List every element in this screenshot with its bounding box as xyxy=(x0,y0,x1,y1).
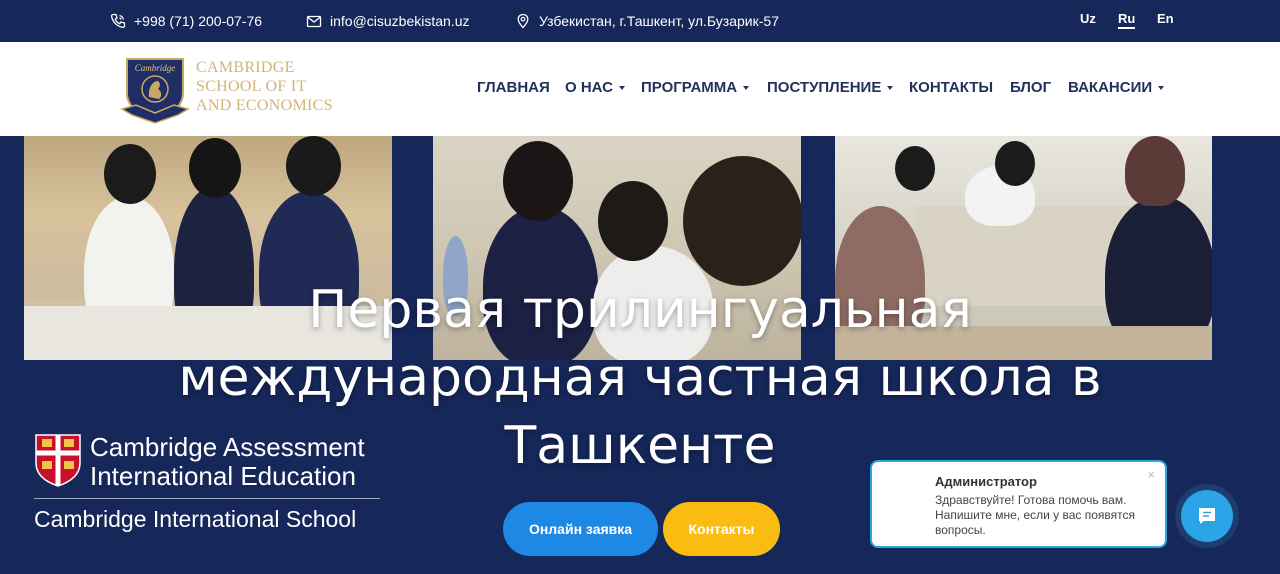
phone-icon xyxy=(110,13,126,29)
nav-item-about[interactable]: О НАС xyxy=(565,79,625,96)
location-pin-icon xyxy=(517,13,529,29)
nav-item-home[interactable]: ГЛАВНАЯ xyxy=(477,79,550,96)
nav-item-vacancies[interactable]: ВАКАНСИИ xyxy=(1068,79,1165,96)
address-contact: Узбекистан, г.Ташкент, ул.Бузарик-57 xyxy=(515,13,779,29)
email-text[interactable]: info@cisuzbekistan.uz xyxy=(330,13,470,29)
chat-message: Здравствуйте! Готова помочь вам. Напишит… xyxy=(935,493,1136,537)
nav-item-blog[interactable]: БЛОГ xyxy=(1010,79,1051,96)
chat-message-icon xyxy=(1199,508,1215,524)
school-name-line3: AND ECONOMICS xyxy=(196,97,333,114)
chat-popup[interactable]: Администратор Здравствуйте! Готова помоч… xyxy=(870,460,1167,548)
contacts-button[interactable]: Контакты xyxy=(663,502,780,556)
top-bar: +998 (71) 200-07-76 info@cisuzbekistan.u… xyxy=(0,0,1280,42)
envelope-icon xyxy=(306,15,322,28)
badge-line1: Cambridge Assessment xyxy=(90,432,365,462)
caret-down-icon xyxy=(1158,85,1165,90)
online-application-button[interactable]: Онлайн заявка xyxy=(503,502,658,556)
address-text: Узбекистан, г.Ташкент, ул.Бузарик-57 xyxy=(539,13,779,29)
main-header: Cambridge CAMBRIDGE SCHOOL OF IT AND ECO… xyxy=(0,42,1280,136)
chat-bubble-wrapper xyxy=(1181,490,1233,542)
caret-down-icon xyxy=(618,85,625,90)
badge-line2: International Education xyxy=(90,461,356,491)
phone-text[interactable]: +998 (71) 200-07-76 xyxy=(134,13,262,29)
nav-label: ПОСТУПЛЕНИЕ xyxy=(767,79,882,96)
nav-item-admission[interactable]: ПОСТУПЛЕНИЕ xyxy=(767,79,894,96)
lang-en[interactable]: En xyxy=(1157,11,1174,26)
caret-down-icon xyxy=(743,85,750,90)
nav-label: КОНТАКТЫ xyxy=(909,79,994,96)
email-contact[interactable]: info@cisuzbekistan.uz xyxy=(306,13,470,29)
school-crest-icon: Cambridge xyxy=(120,58,190,124)
close-icon[interactable]: × xyxy=(1147,467,1155,482)
badge-line3: Cambridge International School xyxy=(34,506,357,532)
nav-label: О НАС xyxy=(565,79,613,96)
nav-item-program[interactable]: ПРОГРАММА xyxy=(641,79,750,96)
hero-title-line2: международная частная школа в xyxy=(178,348,1102,408)
phone-contact[interactable]: +998 (71) 200-07-76 xyxy=(110,13,262,29)
nav-item-contacts[interactable]: КОНТАКТЫ xyxy=(909,79,993,96)
crest-text: Cambridge xyxy=(135,63,176,73)
lang-uz[interactable]: Uz xyxy=(1080,11,1096,26)
school-name-line2: SCHOOL OF IT xyxy=(196,78,307,95)
nav-label: ГЛАВНАЯ xyxy=(477,79,550,96)
nav-label: ПРОГРАММА xyxy=(641,79,738,96)
chat-open-button[interactable] xyxy=(1175,484,1239,548)
chat-agent-name: Администратор xyxy=(935,474,1037,489)
badge-divider xyxy=(34,498,380,499)
lang-ru[interactable]: Ru xyxy=(1118,11,1136,29)
caret-down-icon xyxy=(887,85,894,90)
nav-label: ВАКАНСИИ xyxy=(1068,79,1153,96)
cambridge-shield-icon xyxy=(35,434,81,487)
hero-title-line1: Первая трилингуальная xyxy=(308,280,972,340)
school-name[interactable]: CAMBRIDGE SCHOOL OF IT AND ECONOMICS xyxy=(196,58,333,115)
school-name-line1: CAMBRIDGE xyxy=(196,59,295,76)
nav-label: БЛОГ xyxy=(1010,79,1052,96)
